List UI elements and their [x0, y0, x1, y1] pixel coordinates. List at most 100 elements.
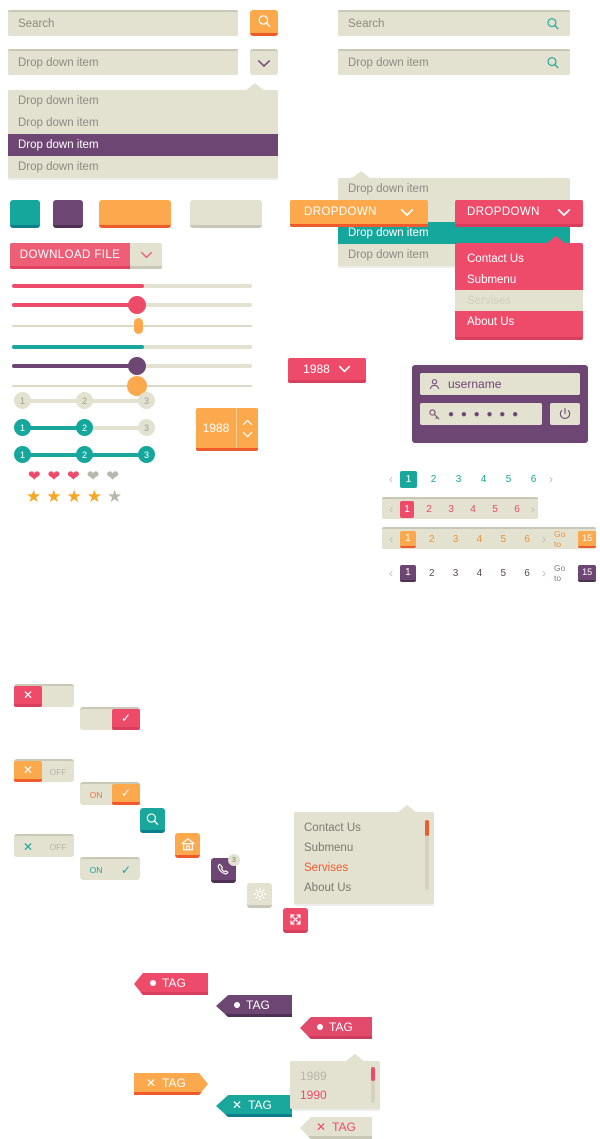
stepper-none[interactable]: 1 2 3: [14, 392, 155, 410]
toggle-on-teal[interactable]: ON ✓: [80, 857, 140, 880]
chevron-down-icon[interactable]: [242, 431, 253, 438]
star-icon[interactable]: ★: [87, 488, 102, 505]
slider-pink-flat[interactable]: [12, 284, 252, 288]
page-number[interactable]: 6: [525, 471, 542, 488]
slider-purple-knob[interactable]: [12, 357, 252, 375]
search-input-right[interactable]: Search: [338, 10, 570, 36]
dropdown-menu-list-orange[interactable]: Contact Us Submenu Servises About Us: [294, 805, 434, 904]
swatch-orange[interactable]: [99, 200, 171, 228]
page-number[interactable]: 2: [422, 501, 436, 518]
menu-item[interactable]: Contact Us: [294, 818, 434, 838]
page-number[interactable]: 6: [519, 531, 535, 548]
slider-knob[interactable]: [128, 296, 146, 314]
number-spinner[interactable]: 1988: [196, 408, 258, 451]
toggle-knob[interactable]: ✕: [14, 761, 42, 782]
menu-item[interactable]: About Us: [294, 878, 434, 898]
tag-beige-point[interactable]: ✕ TAG: [300, 1117, 372, 1139]
page-number[interactable]: 3: [448, 531, 464, 548]
dropdown-list-left[interactable]: Drop down item Drop down item Drop down …: [8, 83, 278, 178]
rating-stars[interactable]: ★ ★ ★ ★ ★: [26, 488, 122, 505]
heart-icon[interactable]: ❤: [106, 469, 119, 484]
page-number-active[interactable]: 1: [400, 500, 414, 518]
search-icon[interactable]: [546, 17, 560, 31]
heart-icon[interactable]: ❤: [67, 469, 80, 484]
search-icon-button[interactable]: [140, 808, 165, 833]
page-number[interactable]: 4: [466, 501, 480, 518]
stepper-two[interactable]: 1 2 3: [14, 419, 155, 437]
tag-pink-flag[interactable]: TAG: [134, 973, 208, 995]
menu-item[interactable]: Contact Us: [455, 248, 583, 269]
slider-knob[interactable]: [128, 357, 146, 375]
page-number[interactable]: 3: [450, 471, 467, 488]
toggle-knob[interactable]: ✕: [14, 686, 42, 707]
slider-teal-flat[interactable]: [12, 345, 252, 349]
dropdown-field-left[interactable]: Drop down item: [8, 49, 238, 75]
page-number[interactable]: 4: [471, 565, 487, 582]
toggle-off-teal[interactable]: ✕ OFF: [14, 834, 74, 857]
menu-scrollbar-track[interactable]: [425, 820, 429, 890]
stepper-dot[interactable]: 1: [14, 419, 31, 436]
stepper-dot[interactable]: 3: [138, 392, 155, 409]
dropdown-menu-list-pink[interactable]: Contact Us Submenu Servises About Us: [455, 236, 583, 340]
menu-item-highlighted[interactable]: Servises: [294, 858, 434, 878]
menu-item-highlighted[interactable]: Servises: [455, 290, 583, 311]
dropdown-toggle-left[interactable]: [250, 49, 278, 75]
page-number[interactable]: 5: [495, 565, 511, 582]
heart-icon[interactable]: ❤: [28, 469, 41, 484]
home-icon-button[interactable]: [175, 833, 200, 858]
year-scrollbar-thumb[interactable]: [371, 1067, 375, 1081]
page-number[interactable]: 6: [510, 501, 524, 518]
stepper-all[interactable]: 1 2 3: [14, 446, 155, 464]
slider-pink-knob[interactable]: [12, 296, 252, 314]
gear-icon-button[interactable]: [247, 883, 272, 908]
chevron-left-icon[interactable]: ‹: [386, 566, 396, 580]
pagination-teal[interactable]: ‹ 1 2 3 4 5 6 ›: [386, 468, 556, 490]
page-number[interactable]: 3: [448, 565, 464, 582]
swatch-purple[interactable]: [53, 200, 83, 228]
stepper-dot[interactable]: 1: [14, 392, 31, 409]
year-scrollbar-track[interactable]: [371, 1067, 375, 1103]
pagination-purple[interactable]: ‹ 1 2 3 4 5 6 › Go to 15: [382, 562, 597, 584]
toggle-knob[interactable]: ✕: [14, 836, 42, 857]
stepper-dot[interactable]: 2: [76, 446, 93, 463]
download-file-button[interactable]: DOWNLOAD FILE: [10, 243, 162, 269]
slider-track[interactable]: [12, 284, 252, 288]
toggle-off-pink[interactable]: ✕: [14, 684, 74, 707]
star-icon[interactable]: ★: [46, 488, 61, 505]
page-number[interactable]: 2: [424, 531, 440, 548]
star-icon[interactable]: ★: [26, 488, 41, 505]
phone-icon-button[interactable]: 3: [211, 854, 240, 883]
page-number[interactable]: 5: [495, 531, 511, 548]
star-icon[interactable]: ★: [107, 488, 122, 505]
dropdown-field-right[interactable]: Drop down item: [338, 49, 570, 75]
search-button[interactable]: [250, 10, 278, 36]
page-number-active[interactable]: 1: [400, 564, 416, 582]
stepper-dot[interactable]: 3: [138, 419, 155, 436]
download-file-dropdown[interactable]: [130, 243, 162, 269]
chevron-left-icon[interactable]: ‹: [386, 532, 396, 546]
year-select-button[interactable]: 1988: [288, 358, 366, 383]
slider-track[interactable]: [12, 345, 252, 349]
page-number[interactable]: 2: [424, 565, 440, 582]
slider-orange-knob[interactable]: [12, 376, 252, 396]
page-number-active[interactable]: 1: [400, 470, 417, 488]
dropdown-item[interactable]: Drop down item: [338, 178, 570, 200]
dropdown-item[interactable]: Drop down item: [8, 90, 278, 112]
toggle-on-orange[interactable]: ON ✓: [80, 782, 140, 805]
chevron-right-icon[interactable]: ›: [546, 472, 556, 486]
stepper-dot[interactable]: 2: [76, 392, 93, 409]
chevron-right-icon[interactable]: ›: [528, 502, 538, 516]
tag-teal-arrow[interactable]: ✕ TAG: [216, 1095, 292, 1117]
page-number[interactable]: 4: [475, 471, 492, 488]
menu-item[interactable]: About Us: [455, 311, 583, 332]
page-number[interactable]: 4: [471, 531, 487, 548]
number-spinner-controls[interactable]: [236, 408, 258, 448]
page-number[interactable]: 5: [500, 471, 517, 488]
rating-hearts[interactable]: ❤ ❤ ❤ ❤ ❤: [28, 469, 119, 484]
swatch-teal[interactable]: [10, 200, 40, 228]
page-number[interactable]: 2: [425, 471, 442, 488]
stepper-dot[interactable]: 1: [14, 446, 31, 463]
expand-icon-button[interactable]: [283, 908, 308, 933]
dropdown-item[interactable]: Drop down item: [8, 112, 278, 134]
page-number[interactable]: 5: [488, 501, 502, 518]
